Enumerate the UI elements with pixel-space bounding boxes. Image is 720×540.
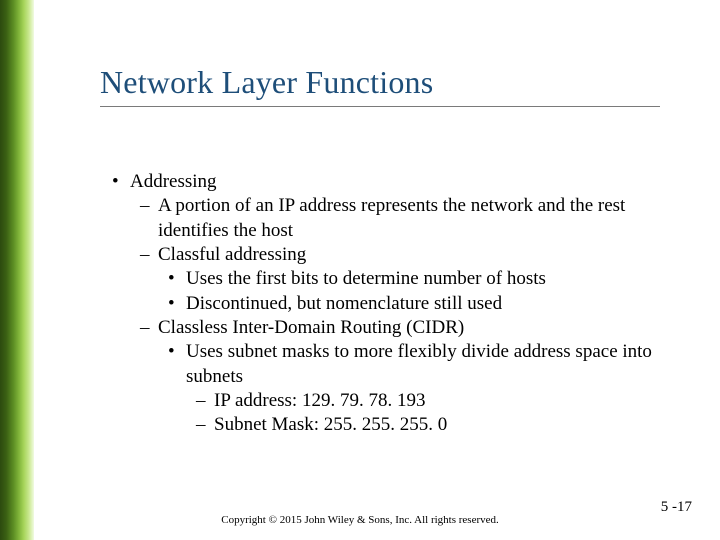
bullet-text: Classful addressing [158,243,672,267]
bullet-text: Discontinued, but nomenclature still use… [186,292,672,316]
bullet-addressing: Addressing [112,170,672,194]
bullet-cidr: Classless Inter-Domain Routing (CIDR) [140,316,672,340]
bullet-icon [168,292,186,316]
title-underline [100,106,660,107]
bullet-text: Classless Inter-Domain Routing (CIDR) [158,316,672,340]
slide-title: Network Layer Functions [100,64,433,101]
bullet-icon [112,170,130,194]
bullet-text: A portion of an IP address represents th… [158,194,672,243]
bullet-text: Uses subnet masks to more flexibly divid… [186,340,672,389]
bullet-text: Addressing [130,170,672,194]
side-gradient-bar [0,0,34,540]
slide: Network Layer Functions Addressing A por… [0,0,720,540]
bullet-icon [168,340,186,389]
copyright-footer: Copyright © 2015 John Wiley & Sons, Inc.… [0,514,720,526]
page-number: 5 -17 [661,499,692,516]
dash-icon [196,389,214,413]
dash-icon [140,194,158,243]
dash-icon [196,413,214,437]
bullet-text: IP address: 129. 79. 78. 193 [214,389,672,413]
bullet-text: Subnet Mask: 255. 255. 255. 0 [214,413,672,437]
bullet-discontinued: Discontinued, but nomenclature still use… [168,292,672,316]
bullet-subnet-masks: Uses subnet masks to more flexibly divid… [168,340,672,389]
bullet-classful: Classful addressing [140,243,672,267]
bullet-subnet-mask-value: Subnet Mask: 255. 255. 255. 0 [196,413,672,437]
dash-icon [140,316,158,340]
bullet-ip-portion: A portion of an IP address represents th… [140,194,672,243]
dash-icon [140,243,158,267]
bullet-text: Uses the first bits to determine number … [186,267,672,291]
bullet-icon [168,267,186,291]
slide-body: Addressing A portion of an IP address re… [112,170,672,437]
bullet-first-bits: Uses the first bits to determine number … [168,267,672,291]
bullet-ip-address: IP address: 129. 79. 78. 193 [196,389,672,413]
